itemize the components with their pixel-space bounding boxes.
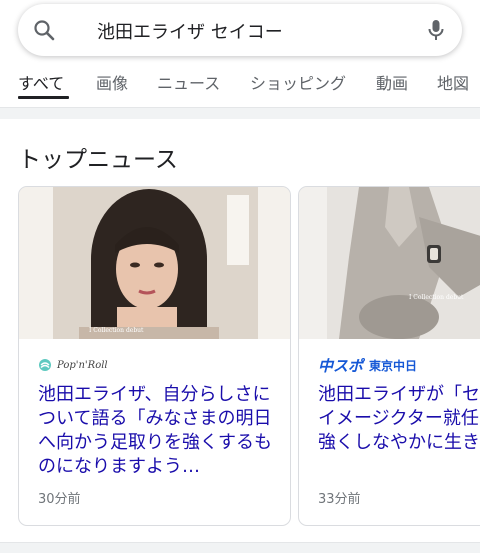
- microphone-icon[interactable]: [424, 18, 448, 42]
- tab-news[interactable]: ニュース: [157, 70, 220, 94]
- bottom-divider: [0, 542, 480, 553]
- tab-images[interactable]: 画像: [96, 70, 128, 94]
- news-thumbnail: I Collection debut: [299, 187, 480, 339]
- tab-all[interactable]: すべて: [18, 70, 64, 94]
- source-logo: 中スポ 東京中日: [318, 355, 417, 375]
- svg-text:I Collection debut: I Collection debut: [409, 294, 464, 301]
- search-tabs: すべて 画像 ニュース ショッピング 動画 地図: [0, 70, 480, 106]
- source-logo: Pop'n'Roll: [38, 355, 108, 375]
- active-tab-indicator: [18, 96, 69, 99]
- news-headline[interactable]: 池田エライザが「セルキア」のイメージクター就任「今といを強くしなやかに生き: [318, 383, 480, 455]
- news-card[interactable]: I Collection debut 中スポ 東京中日 池田エライザが「セルキア…: [298, 186, 480, 526]
- search-bar[interactable]: 池田エライザ セイコー: [18, 4, 462, 56]
- tab-maps[interactable]: 地図: [437, 70, 469, 94]
- source-name: Pop'n'Roll: [57, 359, 108, 371]
- news-timestamp: 30分前: [38, 492, 81, 507]
- popnroll-logo-icon: [39, 359, 51, 371]
- news-card[interactable]: I Collection debut Pop'n'Roll 池田エライザ、自分ら…: [18, 186, 291, 526]
- news-timestamp: 33分前: [318, 492, 361, 507]
- section-title: トップニュース: [18, 147, 178, 173]
- search-icon[interactable]: [32, 18, 56, 42]
- source-name: 中スポ: [318, 356, 364, 375]
- search-input[interactable]: 池田エライザ セイコー: [97, 18, 283, 44]
- tab-videos[interactable]: 動画: [376, 70, 408, 94]
- tab-shopping[interactable]: ショッピング: [250, 70, 346, 94]
- news-thumbnail: I Collection debut: [19, 187, 290, 339]
- section-divider: [0, 107, 480, 119]
- news-headline[interactable]: 池田エライザ、自分らしさについて語る「みなさまの明日へ向かう足取りを強くするもの…: [38, 383, 288, 479]
- source-subname: 東京中日: [369, 358, 418, 373]
- svg-text:I Collection debut: I Collection debut: [89, 327, 144, 334]
